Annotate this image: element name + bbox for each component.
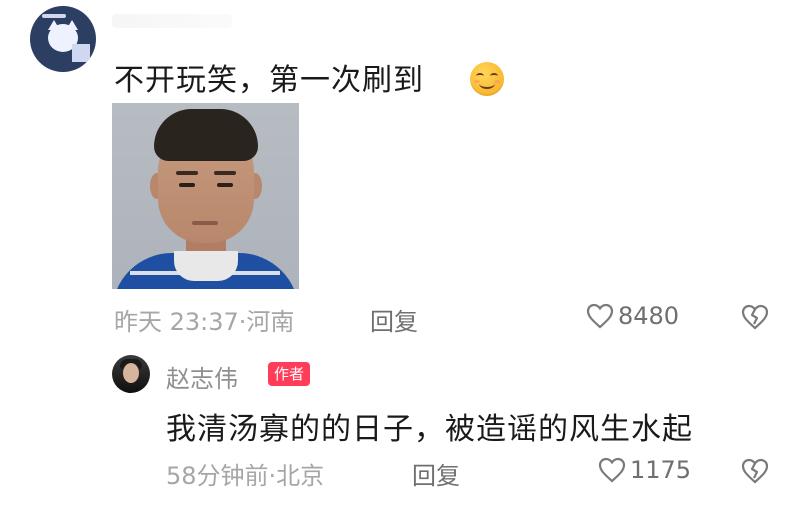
heart-icon [598, 457, 626, 483]
avatar-label-mark [42, 14, 66, 18]
commenter-avatar[interactable] [30, 6, 96, 72]
comment-image[interactable] [112, 103, 299, 289]
reply-text: 我清汤寡的的日子，被造谣的风生水起 [166, 412, 693, 447]
like-count: 8480 [618, 302, 680, 330]
commenter-name-faded [112, 14, 232, 28]
reply-button[interactable]: 回复 [412, 456, 460, 491]
broken-heart-icon[interactable] [740, 304, 770, 334]
reply-timestamp: 58分钟前·北京 [166, 462, 325, 490]
heart-icon [586, 303, 614, 329]
author-badge: 作者 [268, 362, 311, 386]
comment-timestamp: 昨天 23:37·河南 [114, 308, 295, 336]
smile-icon [470, 62, 504, 96]
like-button[interactable]: 1175 [598, 456, 691, 484]
like-count: 1175 [630, 456, 692, 484]
broken-heart-icon[interactable] [740, 458, 770, 488]
reply-button[interactable]: 回复 [370, 302, 418, 337]
avatar-qr-mark [72, 44, 90, 62]
like-button[interactable]: 8480 [586, 302, 679, 330]
reply-username[interactable]: 赵志伟 [166, 359, 238, 394]
comment-text: 不开玩笑，第一次刷到 [114, 63, 424, 98]
author-avatar[interactable] [112, 355, 150, 393]
